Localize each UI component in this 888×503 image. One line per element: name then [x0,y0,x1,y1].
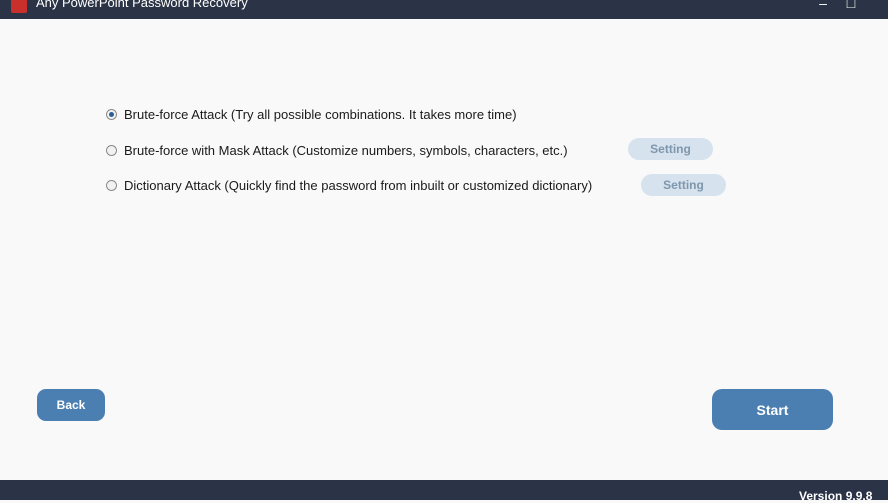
option-dictionary-attack[interactable]: Dictionary Attack (Quickly find the pass… [106,175,592,195]
option-label: Brute-force Attack (Try all possible com… [124,106,517,122]
minimize-icon[interactable]: – [813,0,833,12]
mask-setting-button[interactable]: Setting [628,138,713,160]
option-label: Dictionary Attack (Quickly find the pass… [124,177,593,193]
maximize-icon[interactable]: □ [841,0,861,12]
back-button[interactable]: Back [37,389,105,421]
option-mask-attack[interactable]: Brute-force with Mask Attack (Customize … [106,140,568,160]
title-bar: Any PowerPoint Password Recovery – □ [0,0,888,19]
window-title: Any PowerPoint Password Recovery [36,0,248,10]
app-logo-icon [11,0,27,13]
radio-brute-force[interactable] [106,108,117,120]
option-brute-force[interactable]: Brute-force Attack (Try all possible com… [106,104,517,124]
radio-mask-attack[interactable] [106,144,117,156]
version-label: Version 9.9.8 [799,489,873,503]
start-button[interactable]: Start [712,389,833,430]
dictionary-setting-button[interactable]: Setting [641,174,726,196]
radio-dictionary-attack[interactable] [106,179,117,191]
option-label: Brute-force with Mask Attack (Customize … [124,142,568,158]
status-bar: Version 9.9.8 [0,480,888,503]
